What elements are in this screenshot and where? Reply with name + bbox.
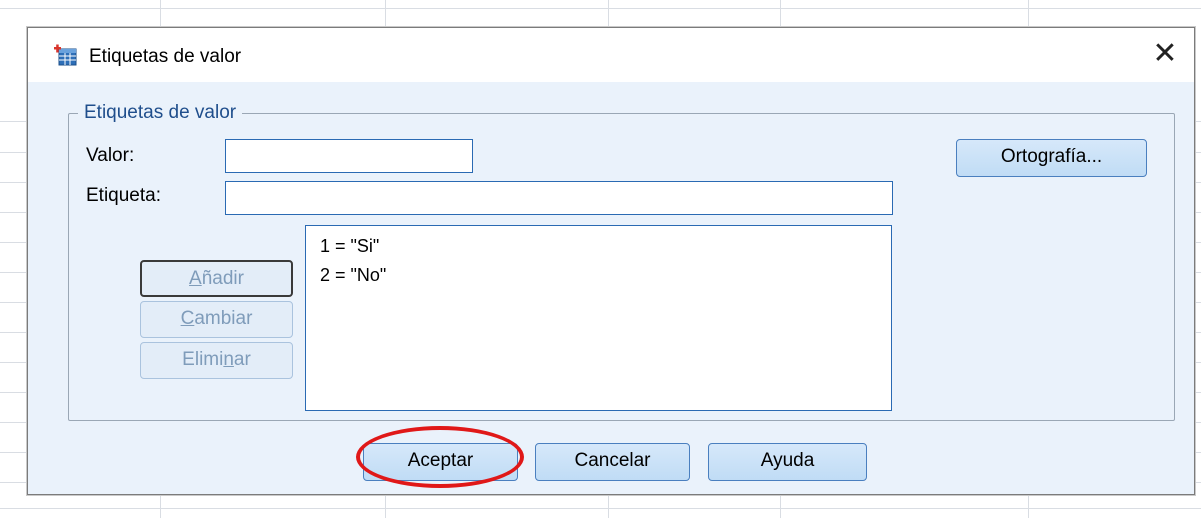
spelling-button[interactable]: Ortografía... [956, 139, 1147, 177]
add-button-label: ñadir [201, 268, 244, 289]
value-labels-icon [53, 44, 77, 66]
dialog-title: Etiquetas de valor [89, 46, 242, 67]
delete-button-label-start: Elimi [182, 349, 224, 370]
add-button[interactable]: Añadir [140, 260, 293, 297]
list-item[interactable]: 1 = "Si" [320, 232, 891, 261]
delete-button-mnemonic: n [223, 349, 234, 370]
change-button-mnemonic: C [180, 308, 195, 329]
value-labels-list[interactable]: 1 = "Si" 2 = "No" [305, 225, 892, 411]
delete-button[interactable]: Eliminar [140, 342, 293, 379]
valor-input[interactable] [225, 139, 473, 173]
close-button[interactable]: ✕ [1148, 39, 1182, 70]
valor-label: Valor: [86, 145, 135, 166]
change-button[interactable]: Cambiar [140, 301, 293, 338]
grid-line [0, 508, 1201, 509]
add-button-mnemonic: A [189, 268, 202, 289]
value-labels-dialog: Etiquetas de valor ✕ Etiquetas de valor … [27, 27, 1195, 495]
list-item[interactable]: 2 = "No" [320, 261, 891, 290]
change-button-label: ambiar [194, 308, 253, 329]
etiqueta-label: Etiqueta: [86, 185, 161, 206]
group-title: Etiquetas de valor [78, 102, 243, 124]
dialog-titlebar: Etiquetas de valor ✕ [28, 28, 1194, 82]
delete-button-label-end: ar [233, 349, 251, 370]
grid-line [0, 8, 1201, 9]
cancel-button[interactable]: Cancelar [535, 443, 690, 481]
etiqueta-input[interactable] [225, 181, 893, 215]
highlight-ring [356, 426, 524, 488]
help-button[interactable]: Ayuda [708, 443, 867, 481]
